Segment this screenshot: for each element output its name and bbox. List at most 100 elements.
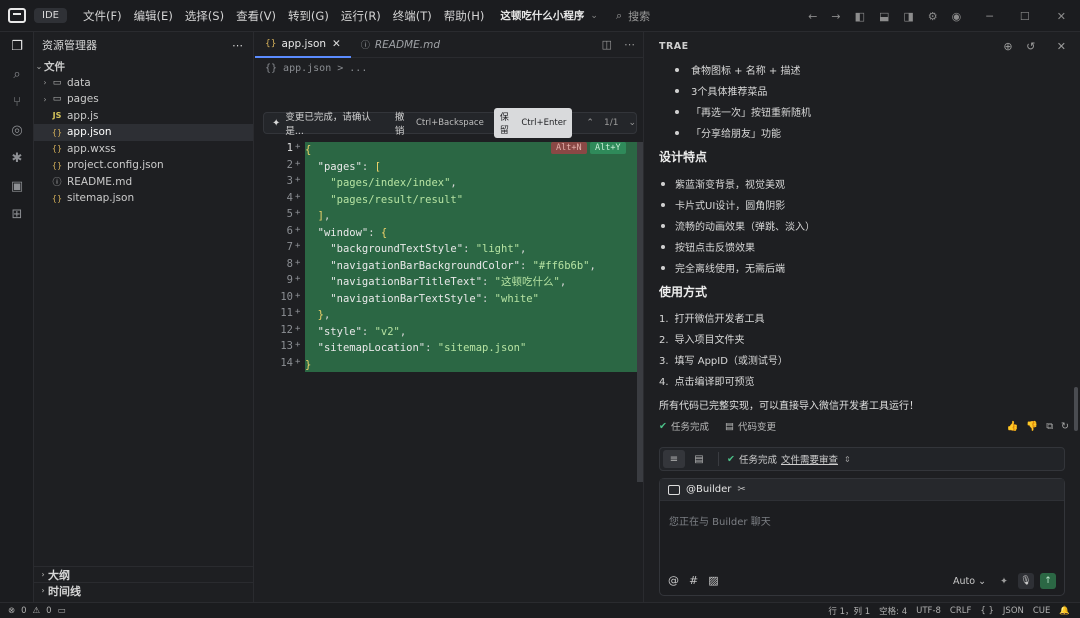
- at-mention-icon[interactable]: @: [668, 574, 679, 587]
- cue-indicator[interactable]: CUE: [1033, 606, 1051, 616]
- warning-count[interactable]: 0: [46, 606, 51, 616]
- outline-section[interactable]: › 大纲: [34, 566, 254, 582]
- toggle-sidebar-icon[interactable]: ◧: [855, 10, 865, 23]
- ports-icon[interactable]: ▭: [58, 606, 66, 616]
- retry-icon[interactable]: ↻: [1061, 421, 1069, 432]
- source-control-icon[interactable]: ⑂: [0, 88, 34, 116]
- history-icon[interactable]: ↺: [1026, 40, 1035, 53]
- tree-item-readme[interactable]: ⓘ README.md: [34, 174, 253, 191]
- model-select[interactable]: Auto ⌄: [953, 576, 986, 587]
- menu-selection[interactable]: 选择(S): [179, 8, 230, 24]
- close-panel-icon[interactable]: ✕: [1057, 40, 1066, 53]
- indent-spaces[interactable]: 空格: 4: [879, 605, 907, 617]
- line-number: 5: [286, 208, 293, 220]
- chat-scrollbar[interactable]: [1074, 387, 1078, 431]
- files-review-link[interactable]: 文件需要审查: [781, 452, 838, 466]
- chevron-down-icon[interactable]: ⌄: [590, 11, 598, 21]
- search-icon: ⌕: [615, 8, 623, 22]
- extensions-icon[interactable]: ⊞: [0, 200, 34, 228]
- minimize-icon[interactable]: ─: [986, 10, 993, 23]
- microphone-icon[interactable]: 🎙: [1018, 573, 1034, 589]
- agent-mention-row[interactable]: @Builder ✂: [660, 479, 1064, 501]
- warning-icon[interactable]: ⚠: [33, 606, 41, 616]
- image-upload-icon[interactable]: ▨: [708, 574, 718, 587]
- file-encoding[interactable]: UTF-8: [916, 606, 941, 616]
- forward-arrow-icon[interactable]: →: [831, 10, 840, 23]
- more-actions-icon[interactable]: ⋯: [624, 38, 635, 51]
- language-mode[interactable]: JSON: [1003, 606, 1024, 616]
- undo-label: 撤销: [394, 112, 405, 137]
- menu-run[interactable]: 运行(R): [335, 8, 387, 24]
- menu-view[interactable]: 查看(V): [230, 8, 282, 24]
- scissors-icon[interactable]: ✂: [737, 484, 745, 495]
- reject-shortcut-pill[interactable]: Alt+N: [551, 142, 587, 154]
- menu-file[interactable]: 文件(F): [77, 8, 128, 24]
- settings-gear-icon[interactable]: ⚙: [928, 10, 938, 23]
- error-icon[interactable]: ⊗: [8, 606, 15, 616]
- ide-tag[interactable]: IDE: [34, 8, 67, 23]
- tab-app-json[interactable]: {} app.json ✕: [255, 32, 351, 58]
- thumbs-down-icon[interactable]: 👎: [1026, 421, 1038, 432]
- menu-terminal[interactable]: 终端(T): [387, 8, 438, 24]
- menu-go[interactable]: 转到(G): [282, 8, 335, 24]
- remote-monitor-icon[interactable]: ▣: [0, 172, 34, 200]
- notification-bell-icon[interactable]: 🔔: [1059, 606, 1070, 616]
- bullet-dot: [675, 109, 679, 114]
- file-icon[interactable]: ▤: [688, 450, 710, 468]
- toggle-panel-icon[interactable]: ⬓: [879, 10, 889, 23]
- timeline-section[interactable]: › 时间线: [34, 582, 254, 598]
- breadcrumb[interactable]: {} app.json > ...: [255, 58, 643, 78]
- tree-item-project-config[interactable]: {} project.config.json: [34, 157, 253, 174]
- account-icon[interactable]: ◉: [952, 10, 962, 23]
- toggle-aux-icon[interactable]: ◨: [903, 10, 913, 23]
- tree-item-app-js[interactable]: JS app.js: [34, 108, 253, 125]
- tree-item-pages[interactable]: › ▭ pages: [34, 91, 253, 108]
- tree-item-sitemap[interactable]: {} sitemap.json: [34, 190, 253, 207]
- hash-context-icon[interactable]: #: [689, 574, 698, 587]
- line-ending[interactable]: CRLF: [950, 606, 971, 616]
- undo-button[interactable]: 撤销 Ctrl+Backspace: [395, 109, 484, 137]
- list-number: 2.: [659, 335, 669, 346]
- search-box[interactable]: ⌕ 搜索: [616, 8, 650, 24]
- tree-item-data[interactable]: › ▭ data: [34, 75, 253, 92]
- error-count[interactable]: 0: [21, 606, 26, 616]
- explorer-panel: 资源管理器 ⋯ ⌄ 文件 › ▭ data › ▭ pages JS app.j…: [34, 32, 254, 602]
- explorer-icon[interactable]: ❐: [0, 32, 34, 60]
- document-icon: ▤: [724, 420, 734, 432]
- sparkle-icon[interactable]: ✦: [1000, 576, 1008, 587]
- new-chat-icon[interactable]: ⊕: [1003, 40, 1012, 53]
- braces-icon[interactable]: { }: [980, 606, 994, 616]
- tree-item-app-json[interactable]: {} app.json: [34, 124, 253, 141]
- copy-icon[interactable]: ⧉: [1046, 421, 1053, 432]
- list-item: 「分享给朋友」功能: [675, 125, 781, 140]
- preview-eye-icon[interactable]: ◎: [0, 116, 34, 144]
- accept-shortcut-pill[interactable]: Alt+Y: [590, 142, 626, 154]
- close-tab-icon[interactable]: ✕: [332, 38, 341, 50]
- maximize-icon[interactable]: ☐: [1020, 10, 1030, 23]
- code-changes-button[interactable]: ▤ 代码变更: [724, 419, 776, 434]
- expand-updown-icon[interactable]: ⇕: [844, 455, 851, 464]
- editor-scrollbar[interactable]: [637, 142, 643, 482]
- more-actions-icon[interactable]: ⋯: [232, 39, 243, 52]
- tab-readme[interactable]: ⓘ README.md: [351, 32, 450, 58]
- send-icon[interactable]: ↑: [1040, 573, 1056, 589]
- change-review-bar: ✦ 变更已完成，请确认是... 撤销 Ctrl+Backspace 保留 Ctr…: [263, 108, 637, 138]
- menu-edit[interactable]: 编辑(E): [128, 8, 179, 24]
- back-arrow-icon[interactable]: ←: [808, 10, 817, 23]
- thumbs-up-icon[interactable]: 👍: [1007, 421, 1019, 432]
- chevron-up-icon[interactable]: ⌃: [586, 118, 594, 128]
- split-editor-icon[interactable]: ◫: [602, 38, 612, 51]
- project-name[interactable]: 这顿吃什么小程序: [500, 8, 584, 23]
- list-toggle-icon[interactable]: ≡: [663, 450, 685, 468]
- cursor-position[interactable]: 行 1，列 1: [828, 605, 870, 617]
- list-item: 流畅的动画效果（弹跳、淡入）: [661, 218, 815, 233]
- close-window-icon[interactable]: ✕: [1057, 10, 1066, 23]
- chat-input[interactable]: 您正在与 Builder 聊天: [669, 513, 771, 528]
- tree-root[interactable]: ⌄ 文件: [34, 58, 253, 75]
- chevron-down-icon[interactable]: ⌄: [628, 118, 636, 128]
- tree-item-app-wxss[interactable]: {} app.wxss: [34, 141, 253, 158]
- debug-bug-icon[interactable]: ✱: [0, 144, 34, 172]
- search-files-icon[interactable]: ⌕: [0, 60, 34, 88]
- menu-help[interactable]: 帮助(H): [438, 8, 491, 24]
- keep-button[interactable]: 保留 Ctrl+Enter: [493, 108, 573, 138]
